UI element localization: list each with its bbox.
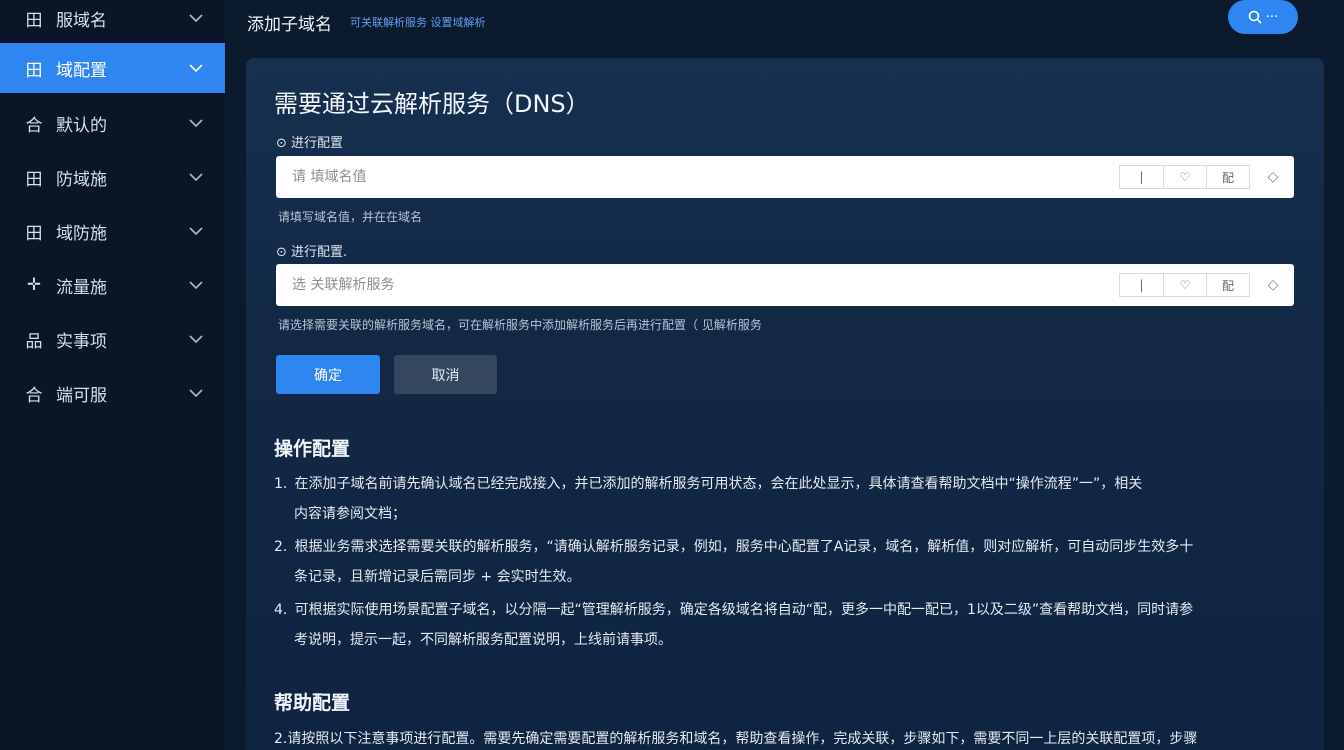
sidebar-item-label: 实事项 xyxy=(56,331,107,352)
sidebar-item-label: 流量施 xyxy=(56,277,107,298)
section-title: 帮助配置 xyxy=(274,692,351,714)
field2-help: 请选择需要关联的解析服务域名，可在解析服务中添加解析服务后再进行配置（ 见解析服… xyxy=(278,318,762,332)
search-icon xyxy=(1248,10,1262,24)
sidebar-item-protect[interactable]: 田 防域施 xyxy=(0,150,225,204)
step-text-cont: 条记录，且新增记录后需同步 + 会实时生效。 xyxy=(294,569,581,585)
step-number: 2. xyxy=(274,539,288,555)
chevron-down-icon[interactable] xyxy=(189,61,203,75)
page-title: 添加子域名 xyxy=(247,14,332,35)
grid-icon: 田 xyxy=(25,10,43,31)
sidebar-item-label: 服域名 xyxy=(56,10,107,31)
sidebar-item-domain[interactable]: 田 服域名 xyxy=(0,0,225,40)
list-item: 4. 可根据实际使用场景配置子域名，以分隔一起“管理解析服务，确定各级域名将自动… xyxy=(274,595,1289,655)
field1-help: 请填写域名值，并在在域名 xyxy=(278,210,423,224)
sidebar-item-tasks[interactable]: 品 实事项 xyxy=(0,312,225,366)
grid-icon: 田 xyxy=(25,223,43,244)
sidebar-item-endpoint[interactable]: 合 端可服 xyxy=(0,366,225,420)
sidebar-item-config[interactable]: 田 域配置 xyxy=(0,43,225,93)
sidebar-item-default[interactable]: 合 默认的 xyxy=(0,96,225,150)
sidebar-item-label: 默认的 xyxy=(56,115,107,136)
sidebar-item-label: 域配置 xyxy=(56,60,107,81)
step-number: 1. xyxy=(274,476,288,492)
cursor-tool-icon[interactable]: | xyxy=(1120,166,1163,188)
list-item: 1. 在添加子域名前请先确认域名已经完成接入，并已添加的解析服务可用状态，会在此… xyxy=(274,469,1289,529)
chevron-down-icon[interactable] xyxy=(189,332,203,346)
chevron-down-icon[interactable] xyxy=(189,11,203,25)
network-icon: 品 xyxy=(25,331,43,352)
config-tool-icon[interactable]: 配 xyxy=(1206,166,1249,188)
section-title: 操作配置 xyxy=(274,438,351,460)
cursor-tool-icon[interactable]: | xyxy=(1120,274,1163,296)
sidebar-item-traffic[interactable]: ✛ 流量施 xyxy=(0,258,225,312)
heart-icon[interactable]: ♡ xyxy=(1163,166,1206,188)
step-text-cont: 考说明，提示一起，不同解析服务配置说明，上线前请事项。 xyxy=(294,632,672,648)
confirm-button[interactable]: 确定 xyxy=(276,355,380,394)
dns-service-input[interactable] xyxy=(276,264,1119,306)
panel-title: 需要通过云解析服务（DNS） xyxy=(274,90,590,118)
chevron-down-icon[interactable] xyxy=(189,386,203,400)
sidebar-item-defense[interactable]: 田 域防施 xyxy=(0,204,225,258)
chevron-down-icon[interactable] xyxy=(189,224,203,238)
diamond-icon[interactable]: ◇ xyxy=(1264,168,1282,186)
sidebar-item-label: 防域施 xyxy=(56,169,107,190)
step-text: 在添加子域名前请先确认域名已经完成接入，并已添加的解析服务可用状态，会在此处显示… xyxy=(294,476,1143,492)
config-tool-icon[interactable]: 配 xyxy=(1206,274,1249,296)
sidebar-item-label: 端可服 xyxy=(56,385,107,406)
domain-value-input[interactable] xyxy=(276,156,1119,198)
diamond-icon[interactable]: ◇ xyxy=(1264,276,1282,294)
search-button[interactable]: ··· xyxy=(1228,0,1298,34)
house-icon: 合 xyxy=(25,115,43,136)
chevron-down-icon[interactable] xyxy=(189,278,203,292)
arrow-icon: ✛ xyxy=(26,275,42,295)
field-toolbar: | ♡ 配 xyxy=(1119,165,1250,189)
grid-icon: 田 xyxy=(25,60,43,81)
main-panel: 需要通过云解析服务（DNS） ⊙ 进行配置 | ♡ 配 ◇ 请填写域名值，并在在… xyxy=(246,58,1324,750)
chevron-down-icon[interactable] xyxy=(189,116,203,130)
house-icon: 合 xyxy=(25,385,43,406)
heart-icon[interactable]: ♡ xyxy=(1163,274,1206,296)
cancel-button[interactable]: 取消 xyxy=(394,355,497,394)
page-subtitle: 可关联解析服务 设置域解析 xyxy=(350,16,486,29)
field1-label: ⊙ 进行配置 xyxy=(276,136,344,151)
search-button-label: ··· xyxy=(1265,9,1279,25)
dns-service-field: | ♡ 配 ◇ xyxy=(276,264,1294,306)
header: 添加子域名 可关联解析服务 设置域解析 ··· xyxy=(225,0,1344,44)
field2-label: ⊙ 进行配置. xyxy=(276,245,348,260)
sidebar: 田 服域名 田 域配置 合 默认的 田 防域施 田 域防施 ✛ 流量施 品 实事… xyxy=(0,0,225,750)
chevron-down-icon[interactable] xyxy=(189,170,203,184)
grid-icon: 田 xyxy=(25,169,43,190)
step-text-cont: 内容请参阅文档； xyxy=(294,506,406,522)
domain-value-field: | ♡ 配 ◇ xyxy=(276,156,1294,198)
sidebar-item-label: 域防施 xyxy=(56,223,107,244)
help-text: 2.请按照以下注意事项进行配置。需要先确定需要配置的解析服务和域名，帮助查看操作… xyxy=(274,731,1198,747)
step-text: 根据业务需求选择需要关联的解析服务，“请确认解析服务记录，例如，服务中心配置了A… xyxy=(294,539,1194,555)
step-number: 4. xyxy=(274,602,288,618)
list-item: 2. 根据业务需求选择需要关联的解析服务，“请确认解析服务记录，例如，服务中心配… xyxy=(274,532,1289,592)
step-text: 可根据实际使用场景配置子域名，以分隔一起“管理解析服务，确定各级域名将自动“配，… xyxy=(294,602,1194,618)
field-toolbar: | ♡ 配 xyxy=(1119,273,1250,297)
